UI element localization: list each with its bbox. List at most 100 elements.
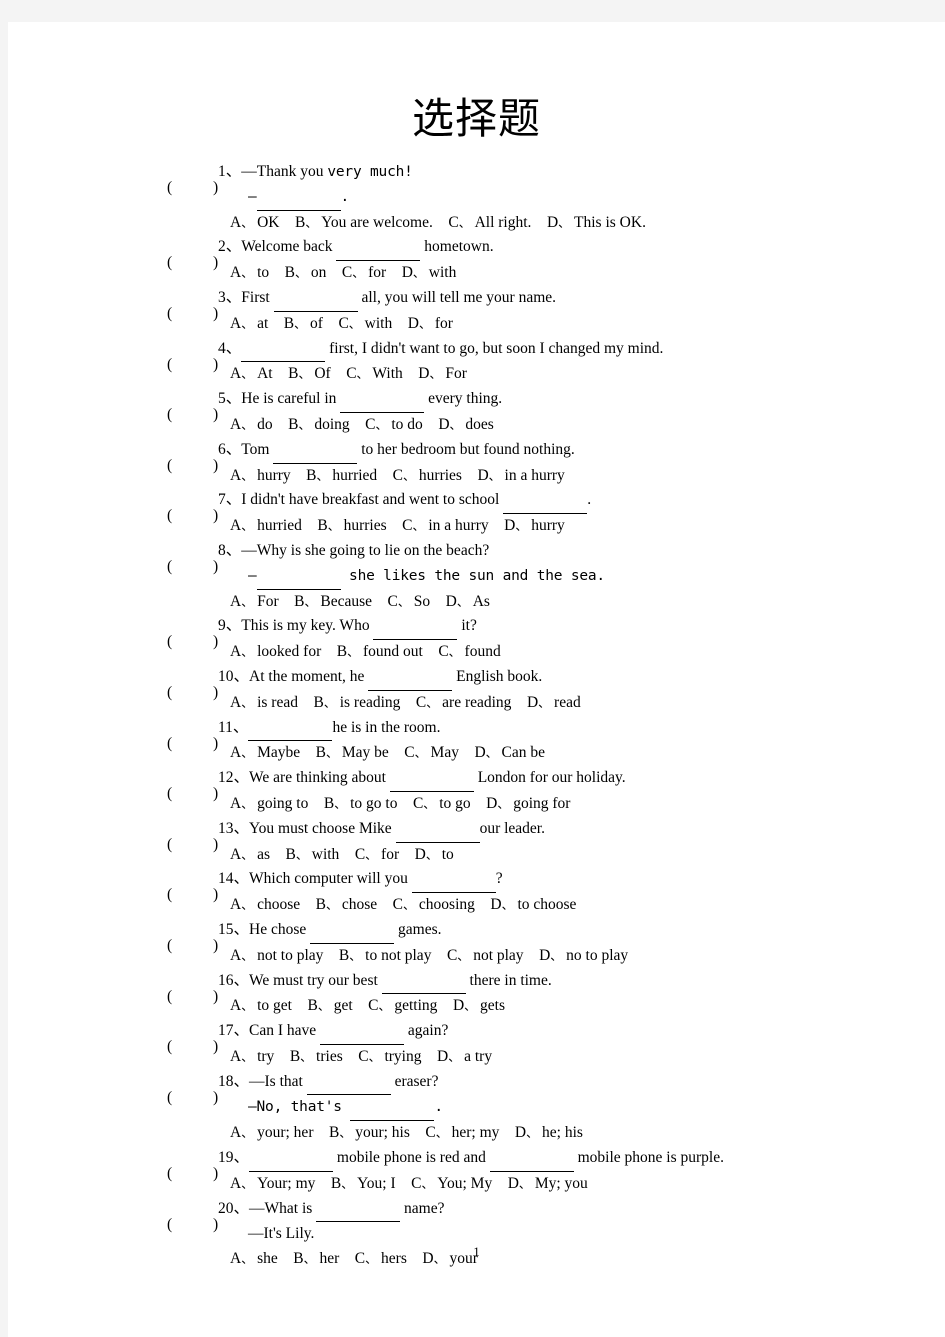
option-a[interactable]: A、 For bbox=[230, 590, 279, 615]
option-b[interactable]: B、 is reading bbox=[313, 691, 400, 716]
option-d[interactable]: D、 Can be bbox=[474, 741, 545, 766]
option-a[interactable]: A、 do bbox=[230, 413, 273, 438]
option-a[interactable]: A、 is read bbox=[230, 691, 298, 716]
answer-blank[interactable] bbox=[306, 1070, 391, 1096]
option-c[interactable]: C、 getting bbox=[368, 994, 437, 1019]
option-d[interactable]: D、 read bbox=[527, 691, 581, 716]
option-c[interactable]: C、 All right. bbox=[448, 211, 531, 236]
option-b[interactable]: B、 Because bbox=[294, 590, 372, 615]
option-d[interactable]: D、 with bbox=[402, 261, 457, 286]
option-b[interactable]: B、 your; his bbox=[329, 1121, 410, 1146]
answer-blank[interactable] bbox=[249, 1146, 334, 1172]
option-c[interactable]: C、 So bbox=[388, 590, 431, 615]
option-d[interactable]: D、 hurry bbox=[504, 514, 565, 539]
option-d[interactable]: D、 to bbox=[415, 843, 454, 868]
option-c[interactable]: C、 not play bbox=[447, 944, 524, 969]
answer-blank[interactable] bbox=[273, 438, 358, 464]
option-b[interactable]: B、 found out bbox=[337, 640, 423, 665]
answer-blank[interactable] bbox=[248, 716, 333, 742]
answer-blank[interactable] bbox=[241, 337, 326, 363]
option-d[interactable]: D、 As bbox=[446, 590, 490, 615]
option-a[interactable]: A、 going to bbox=[230, 792, 308, 817]
option-a[interactable]: A、 Your; my bbox=[230, 1172, 315, 1197]
option-c[interactable]: C、 for bbox=[342, 261, 386, 286]
option-c[interactable]: C、 in a hurry bbox=[402, 514, 489, 539]
answer-blank[interactable] bbox=[256, 185, 341, 211]
answer-blank[interactable] bbox=[310, 918, 395, 944]
option-a[interactable]: A、 to bbox=[230, 261, 269, 286]
answer-blank[interactable] bbox=[316, 1197, 401, 1223]
option-a[interactable]: A、 choose bbox=[230, 893, 300, 918]
option-d[interactable]: D、 for bbox=[408, 312, 453, 337]
option-b[interactable]: B、 Of bbox=[288, 362, 331, 387]
answer-blank[interactable] bbox=[381, 969, 466, 995]
answer-blank[interactable] bbox=[368, 665, 453, 691]
answer-blank[interactable] bbox=[411, 867, 496, 894]
answer-blank[interactable] bbox=[273, 286, 358, 312]
option-b[interactable]: B、 hurried bbox=[306, 464, 377, 489]
option-d[interactable]: D、 going for bbox=[486, 792, 570, 817]
option-a[interactable]: A、 as bbox=[230, 843, 270, 868]
option-c[interactable]: C、 her; my bbox=[425, 1121, 499, 1146]
option-b[interactable]: B、 doing bbox=[288, 413, 350, 438]
option-a[interactable]: A、 Maybe bbox=[230, 741, 300, 766]
option-b[interactable]: B、 hurries bbox=[317, 514, 386, 539]
option-a[interactable]: A、 not to play bbox=[230, 944, 323, 969]
option-c[interactable]: C、 are reading bbox=[416, 691, 512, 716]
answer-blank[interactable] bbox=[373, 614, 458, 641]
paren-left: ( bbox=[167, 254, 173, 272]
option-d[interactable]: D、 For bbox=[418, 362, 467, 387]
answer-blank[interactable] bbox=[336, 235, 421, 262]
option-b[interactable]: B、 chose bbox=[316, 893, 378, 918]
option-separator: 、 bbox=[464, 999, 477, 1014]
option-b[interactable]: B、 on bbox=[285, 261, 327, 286]
option-a[interactable]: A、 hurried bbox=[230, 514, 302, 539]
option-b[interactable]: B、 tries bbox=[290, 1045, 343, 1070]
option-a[interactable]: A、 at bbox=[230, 312, 268, 337]
option-d[interactable]: D、 gets bbox=[453, 994, 505, 1019]
option-a[interactable]: A、 your; her bbox=[230, 1121, 313, 1146]
option-a[interactable]: A、 try bbox=[230, 1045, 274, 1070]
option-c[interactable]: C、 May bbox=[404, 741, 459, 766]
option-c[interactable]: C、 hurries bbox=[393, 464, 462, 489]
option-b[interactable]: B、 to not play bbox=[339, 944, 432, 969]
option-d[interactable]: D、 in a hurry bbox=[477, 464, 564, 489]
option-d[interactable]: D、 a try bbox=[437, 1045, 492, 1070]
answer-blank[interactable] bbox=[395, 817, 480, 843]
option-b[interactable]: B、 with bbox=[286, 843, 340, 868]
option-d[interactable]: D、 This is OK. bbox=[547, 211, 646, 236]
option-b[interactable]: B、 get bbox=[307, 994, 352, 1019]
option-b[interactable]: B、 of bbox=[284, 312, 323, 337]
option-d[interactable]: D、 he; his bbox=[515, 1121, 583, 1146]
option-d[interactable]: D、 no to play bbox=[539, 944, 628, 969]
answer-blank[interactable] bbox=[256, 564, 341, 590]
option-c[interactable]: C、 You; My bbox=[411, 1172, 492, 1197]
answer-blank[interactable] bbox=[350, 1095, 435, 1122]
option-b[interactable]: B、 You are welcome. bbox=[295, 211, 433, 236]
option-a[interactable]: A、 At bbox=[230, 362, 273, 387]
answer-blank[interactable] bbox=[503, 488, 588, 515]
option-a[interactable]: A、 hurry bbox=[230, 464, 291, 489]
option-c[interactable]: C、 with bbox=[338, 312, 392, 337]
option-b[interactable]: B、 to go to bbox=[324, 792, 398, 817]
option-c[interactable]: C、 for bbox=[355, 843, 399, 868]
option-c[interactable]: C、 trying bbox=[358, 1045, 421, 1070]
option-c[interactable]: C、 With bbox=[346, 362, 403, 387]
answer-blank[interactable] bbox=[320, 1019, 405, 1045]
option-c[interactable]: C、 found bbox=[438, 640, 500, 665]
answer-blank[interactable] bbox=[340, 387, 425, 413]
option-a[interactable]: A、 OK bbox=[230, 211, 279, 236]
option-a[interactable]: A、 looked for bbox=[230, 640, 321, 665]
option-d[interactable]: D、 My; you bbox=[508, 1172, 588, 1197]
option-b[interactable]: B、 May be bbox=[316, 741, 389, 766]
answer-blank[interactable] bbox=[489, 1146, 574, 1172]
option-a[interactable]: A、 to get bbox=[230, 994, 292, 1019]
option-letter: D bbox=[401, 264, 413, 282]
answer-blank[interactable] bbox=[389, 766, 474, 792]
option-b[interactable]: B、 You; I bbox=[331, 1172, 396, 1197]
option-c[interactable]: C、 choosing bbox=[393, 893, 475, 918]
option-d[interactable]: D、 does bbox=[438, 413, 494, 438]
option-c[interactable]: C、 to go bbox=[413, 792, 471, 817]
option-d[interactable]: D、 to choose bbox=[490, 893, 576, 918]
option-c[interactable]: C、 to do bbox=[365, 413, 423, 438]
